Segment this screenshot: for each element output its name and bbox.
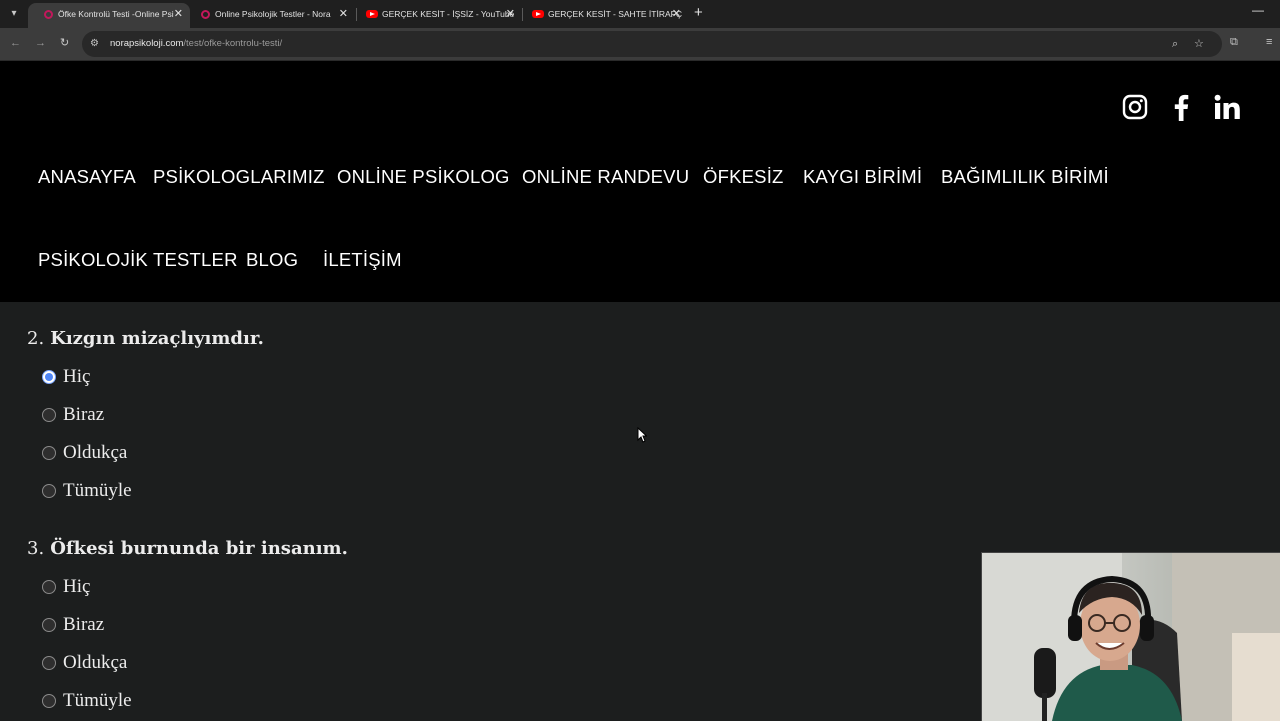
question-title: 2. Kızgın mizaçlıyımdır.	[27, 328, 264, 349]
browser-tab[interactable]: GERÇEK KESİT - SAHTE İTİRAFÇ ✕	[518, 3, 688, 28]
question-text: Kızgın mizaçlıyımdır.	[50, 328, 264, 349]
minimize-icon[interactable]: —	[1252, 3, 1264, 17]
new-tab-icon[interactable]: +	[694, 4, 703, 22]
radio-button[interactable]	[42, 580, 56, 594]
radio-button[interactable]	[42, 446, 56, 460]
facebook-icon[interactable]	[1173, 94, 1189, 121]
webcam-overlay	[981, 552, 1280, 721]
nav-kaygi-birimi[interactable]: KAYGI BİRİMİ	[803, 166, 922, 188]
extensions-icon[interactable]: ⧉	[1230, 36, 1238, 49]
site-header: ANASAYFA PSİKOLOGLARIMIZ ONLİNE PSİKOLOG…	[0, 61, 1280, 302]
radio-button[interactable]	[42, 408, 56, 422]
close-icon[interactable]: ✕	[174, 3, 183, 25]
browser-tab[interactable]: Online Psikolojik Testler - Nora ✕	[185, 3, 355, 28]
linkedin-icon[interactable]	[1214, 94, 1241, 120]
browser-tab[interactable]: GERÇEK KESİT - İŞSİZ - YouTube ✕	[352, 3, 522, 28]
tab-title: GERÇEK KESİT - SAHTE İTİRAFÇ	[548, 9, 682, 19]
mouse-cursor-icon	[637, 426, 648, 448]
nora-logo-icon	[44, 10, 53, 19]
browser-tabstrip: ▾ Öfke Kontrolü Testi -Online Psi ✕ Onli…	[0, 0, 1280, 28]
nav-ofkesiz[interactable]: ÖFKESİZ	[703, 166, 784, 188]
site-settings-icon[interactable]: ⚙	[90, 37, 104, 51]
radio-button[interactable]	[42, 618, 56, 632]
nav-blog[interactable]: BLOG	[246, 249, 298, 271]
option-label: Biraz	[63, 614, 105, 635]
radio-button[interactable]	[42, 370, 56, 384]
browser-tab[interactable]: Öfke Kontrolü Testi -Online Psi ✕	[28, 3, 190, 28]
reload-icon[interactable]: ↻	[60, 36, 69, 50]
youtube-icon	[532, 10, 544, 18]
tab-search-icon[interactable]: ▾	[6, 6, 22, 22]
nav-online-psikolog[interactable]: ONLİNE PSİKOLOG	[337, 166, 510, 188]
back-icon[interactable]: ←	[10, 36, 21, 50]
nav-psikolojik-testler[interactable]: PSİKOLOJİK TESTLER	[38, 249, 238, 271]
nora-logo-icon	[201, 10, 210, 19]
browser-toolbar: ← → ↻ ⚙ norapsikoloji.com/test/ofke-kont…	[0, 28, 1280, 61]
option-label: Biraz	[63, 404, 105, 425]
question-title: 3. Öfkesi burnunda bir insanım.	[27, 538, 348, 559]
option-label: Oldukça	[63, 442, 128, 463]
youtube-icon	[366, 10, 378, 18]
radio-button[interactable]	[42, 484, 56, 498]
address-bar[interactable]: ⚙ norapsikoloji.com/test/ofke-kontrolu-t…	[82, 31, 1222, 57]
tab-title: Online Psikolojik Testler - Nora	[215, 9, 331, 19]
bookmark-star-icon[interactable]: ☆	[1194, 36, 1204, 52]
close-icon[interactable]: ✕	[672, 3, 681, 25]
tab-title: GERÇEK KESİT - İŞSİZ - YouTube	[382, 9, 515, 19]
option-label: Hiç	[63, 366, 91, 387]
option-label: Oldukça	[63, 652, 128, 673]
zoom-icon[interactable]: ⌕	[1172, 36, 1178, 52]
option-label: Hiç	[63, 576, 91, 597]
instagram-icon[interactable]	[1122, 94, 1148, 120]
reading-list-icon[interactable]: ≡	[1266, 36, 1272, 48]
nav-bagimlilik-birimi[interactable]: BAĞIMLILIK BİRİMİ	[941, 166, 1109, 188]
radio-button[interactable]	[42, 656, 56, 670]
nav-anasayfa[interactable]: ANASAYFA	[38, 166, 136, 188]
close-icon[interactable]: ✕	[506, 3, 515, 25]
nav-online-randevu[interactable]: ONLİNE RANDEVU	[522, 166, 689, 188]
tab-title: Öfke Kontrolü Testi -Online Psi	[58, 9, 174, 19]
url-domain: norapsikoloji.com	[110, 38, 184, 49]
radio-button[interactable]	[42, 694, 56, 708]
nav-iletisim[interactable]: İLETİŞİM	[323, 249, 402, 271]
forward-icon[interactable]: →	[35, 36, 46, 50]
url-text: norapsikoloji.com/test/ofke-kontrolu-tes…	[110, 38, 282, 49]
url-path: /test/ofke-kontrolu-testi/	[183, 38, 283, 49]
question-text: Öfkesi burnunda bir insanım.	[50, 538, 348, 559]
close-icon[interactable]: ✕	[339, 3, 348, 25]
option-label: Tümüyle	[63, 480, 132, 501]
question-number: 3.	[27, 538, 45, 559]
webcam-person-image	[982, 553, 1280, 721]
question-number: 2.	[27, 328, 45, 349]
nav-psikologlarimiz[interactable]: PSİKOLOGLARIMIZ	[153, 166, 325, 188]
option-label: Tümüyle	[63, 690, 132, 711]
